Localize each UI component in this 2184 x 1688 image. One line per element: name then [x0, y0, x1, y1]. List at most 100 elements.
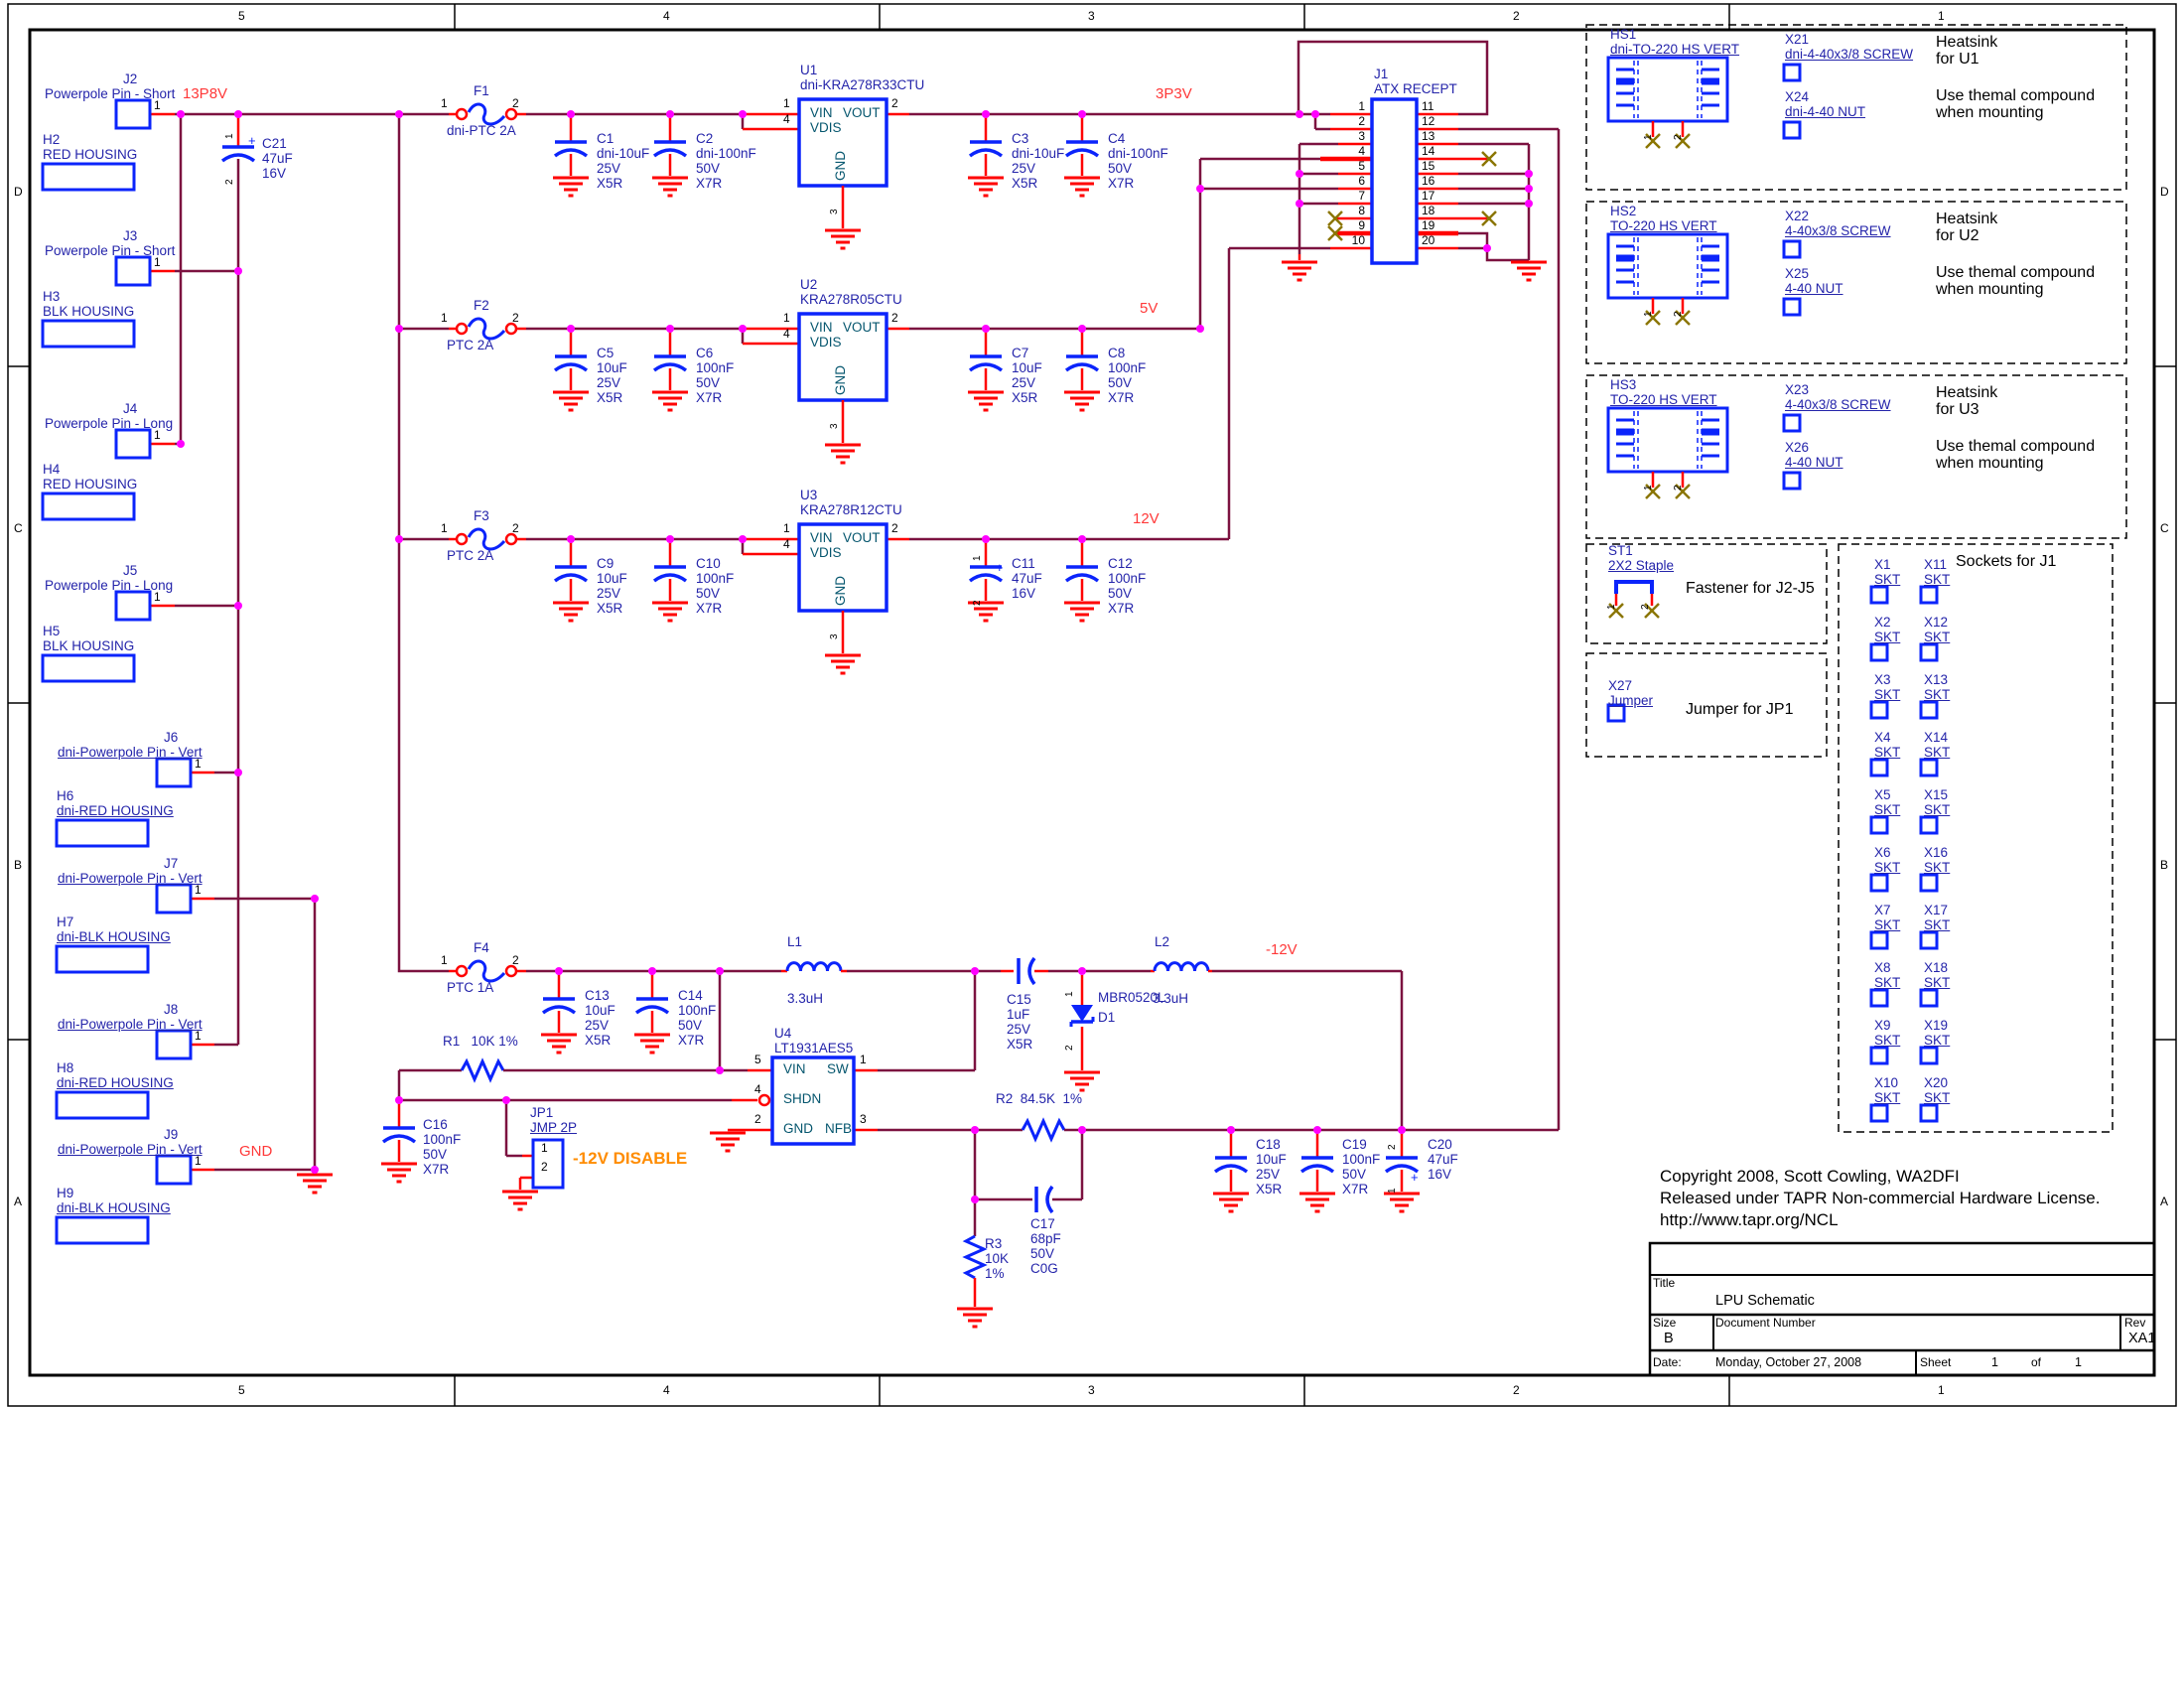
j1-pins_left-1-label: 2: [1339, 115, 1365, 128]
j1-pins_left-3-label: 4: [1339, 145, 1365, 158]
capacitors-14-lines-3-label: X5R: [1007, 1038, 1032, 1052]
ics-3-shdn-label: SHDN: [783, 1092, 821, 1106]
sockets-refs_right-5-label: X16: [1924, 846, 1948, 860]
copyright-2-label: http://www.tapr.org/NCL: [1660, 1211, 1839, 1229]
heatsinks-1-note4-label: when mounting: [1936, 282, 2044, 299]
ics-1-p3-label: 3: [830, 423, 841, 429]
capacitors-7-lines-0-label: C8: [1108, 347, 1125, 360]
heatsinks-1-note3-label: Use themal compound: [1936, 265, 2095, 282]
capacitors-8-lines-0-label: C9: [597, 557, 614, 571]
border-rows-3-label: A: [2160, 1196, 2168, 1208]
sockets-label-label: SKT: [1924, 573, 1950, 587]
connectors-0-pin-label: 1: [154, 99, 161, 112]
staple-ref-label: ST1: [1608, 544, 1633, 558]
capacitors-16-lines-3-label: C0G: [1030, 1262, 1058, 1276]
heatsinks-2-ref-label: HS3: [1610, 378, 1636, 392]
sockets-refs_right-0-label: X11: [1924, 558, 1947, 572]
capacitors-3-lines-1-label: dni-100nF: [1108, 147, 1168, 161]
heatsinks-1-nut_ref-label: X25: [1785, 267, 1809, 281]
capacitors-10-p1-label: 1: [973, 555, 984, 561]
capacitors-8-lines-1-label: 10uF: [597, 572, 627, 586]
ics-1-vout-label: VOUT: [843, 321, 881, 335]
jp1-p2-label: 2: [541, 1161, 548, 1174]
connectors-2-ref-label: J4: [123, 402, 137, 416]
j1-pins_left-6-label: 7: [1339, 190, 1365, 203]
jp1-ref-label: JP1: [530, 1106, 553, 1120]
sockets-refs_right-4-label: X15: [1924, 788, 1948, 802]
capacitors-6-lines-3-label: X5R: [1012, 391, 1037, 405]
heatsinks-2-nut_ref-label: X26: [1785, 441, 1809, 455]
border-rows-3-label: A: [14, 1196, 22, 1208]
ics-1-vin-label: VIN: [810, 321, 833, 335]
capacitors-1-lines-2-label: 50V: [696, 162, 720, 176]
fuses-1-ref-label: F2: [474, 299, 489, 313]
svg-text:+: +: [1411, 1170, 1419, 1185]
capacitors-16-lines-0-label: C17: [1030, 1217, 1055, 1231]
ics-3-gnd-label: GND: [783, 1122, 813, 1136]
border-cols-1-label: 4: [663, 10, 670, 23]
capacitors-2-lines-2-label: 25V: [1012, 162, 1035, 176]
connectors-2-housing_ref-label: H4: [43, 463, 60, 477]
capacitors-10-p2-label: 2: [973, 600, 984, 606]
x27-note-label: Jumper for JP1: [1686, 702, 1793, 719]
capacitors-9-lines-2-label: 50V: [696, 587, 720, 601]
fuses-0-p2-label: 2: [512, 97, 519, 110]
ics-2-vout-label: VOUT: [843, 531, 881, 545]
capacitors-18-lines-2-label: 50V: [1342, 1168, 1366, 1182]
title_block-size-label: B: [1664, 1332, 1674, 1346]
ics-0-part-label: dni-KRA278R33CTU: [800, 78, 924, 92]
heatsinks-0-nut_ref-label: X24: [1785, 90, 1809, 104]
connectors-6-pin-label: 1: [195, 1030, 202, 1043]
ics-3-p4-label: 4: [754, 1083, 761, 1096]
capacitors-15-lines-1-label: 100nF: [423, 1133, 461, 1147]
sockets-label-label: SKT: [1874, 1034, 1900, 1048]
capacitors-7-lines-3-label: X7R: [1108, 391, 1134, 405]
connectors-4-ref-label: J6: [164, 731, 178, 745]
title_block-sheet_label-label: Sheet: [1920, 1356, 1951, 1369]
title_block-doc_label-label: Document Number: [1715, 1317, 1816, 1330]
sockets-label-label: SKT: [1874, 803, 1900, 817]
staple-type-label: 2X2 Staple: [1608, 559, 1674, 573]
sockets-label-label: SKT: [1924, 631, 1950, 644]
sockets-label-label: SKT: [1874, 688, 1900, 702]
capacitors-18-lines-1-label: 100nF: [1342, 1153, 1380, 1167]
capacitors-1-lines-0-label: C2: [696, 132, 713, 146]
title_block-of_label-label: of: [2031, 1356, 2041, 1369]
j1-pins_right-4-label: 15: [1422, 160, 1434, 173]
title_block-title-label: LPU Schematic: [1715, 1294, 1815, 1309]
heatsinks-1-p2-label: 2: [1674, 311, 1685, 317]
heatsinks-2-note3-label: Use themal compound: [1936, 439, 2095, 456]
sockets-refs_left-4-label: X5: [1874, 788, 1891, 802]
jp1-note-label: -12V DISABLE: [573, 1150, 687, 1168]
capacitors-11-lines-2-label: 50V: [1108, 587, 1132, 601]
heatsinks-0-type-label: dni-TO-220 HS VERT: [1610, 43, 1739, 57]
ics-1-gnd-label: GND: [834, 365, 848, 395]
ics-2-vdis-label: VDIS: [810, 546, 842, 560]
sockets-label-label: SKT: [1874, 746, 1900, 760]
sockets-refs_left-0-label: X1: [1874, 558, 1891, 572]
ics-1-ref-label: U2: [800, 278, 817, 292]
ics-3-p5-label: 5: [754, 1054, 761, 1066]
border-cols-0-label: 5: [238, 10, 245, 23]
sockets-label-label: SKT: [1924, 861, 1950, 875]
capacitors-1-lines-3-label: X7R: [696, 177, 722, 191]
resistors-0-label-label: R1 10K 1%: [443, 1035, 518, 1049]
capacitors-10-lines-1-label: 47uF: [1012, 572, 1042, 586]
capacitors-15-lines-2-label: 50V: [423, 1148, 447, 1162]
nets-ngnd-label: GND: [239, 1144, 272, 1160]
capacitors-14-lines-2-label: 25V: [1007, 1023, 1030, 1037]
sockets-label-label: SKT: [1874, 631, 1900, 644]
capacitors-14-lines-1-label: 1uF: [1007, 1008, 1029, 1022]
capacitors-13-lines-0-label: C14: [678, 989, 703, 1003]
ics-0-vdis-label: VDIS: [810, 121, 842, 135]
sockets-refs_left-8-label: X9: [1874, 1019, 1891, 1033]
capacitors-12-lines-0-label: C13: [585, 989, 610, 1003]
heatsinks-0-note4-label: when mounting: [1936, 105, 2044, 122]
heatsinks-2-screw-label: 4-40x3/8 SCREW: [1785, 398, 1891, 412]
connectors-3-housing_ref-label: H5: [43, 625, 60, 638]
heatsinks-2-note1-label: Heatsink: [1936, 385, 1997, 402]
sockets-label-label: SKT: [1924, 1091, 1950, 1105]
ics-0-gnd-label: GND: [834, 151, 848, 181]
capacitors-7-lines-2-label: 50V: [1108, 376, 1132, 390]
fuses-0-type-label: dni-PTC 2A: [447, 124, 516, 138]
